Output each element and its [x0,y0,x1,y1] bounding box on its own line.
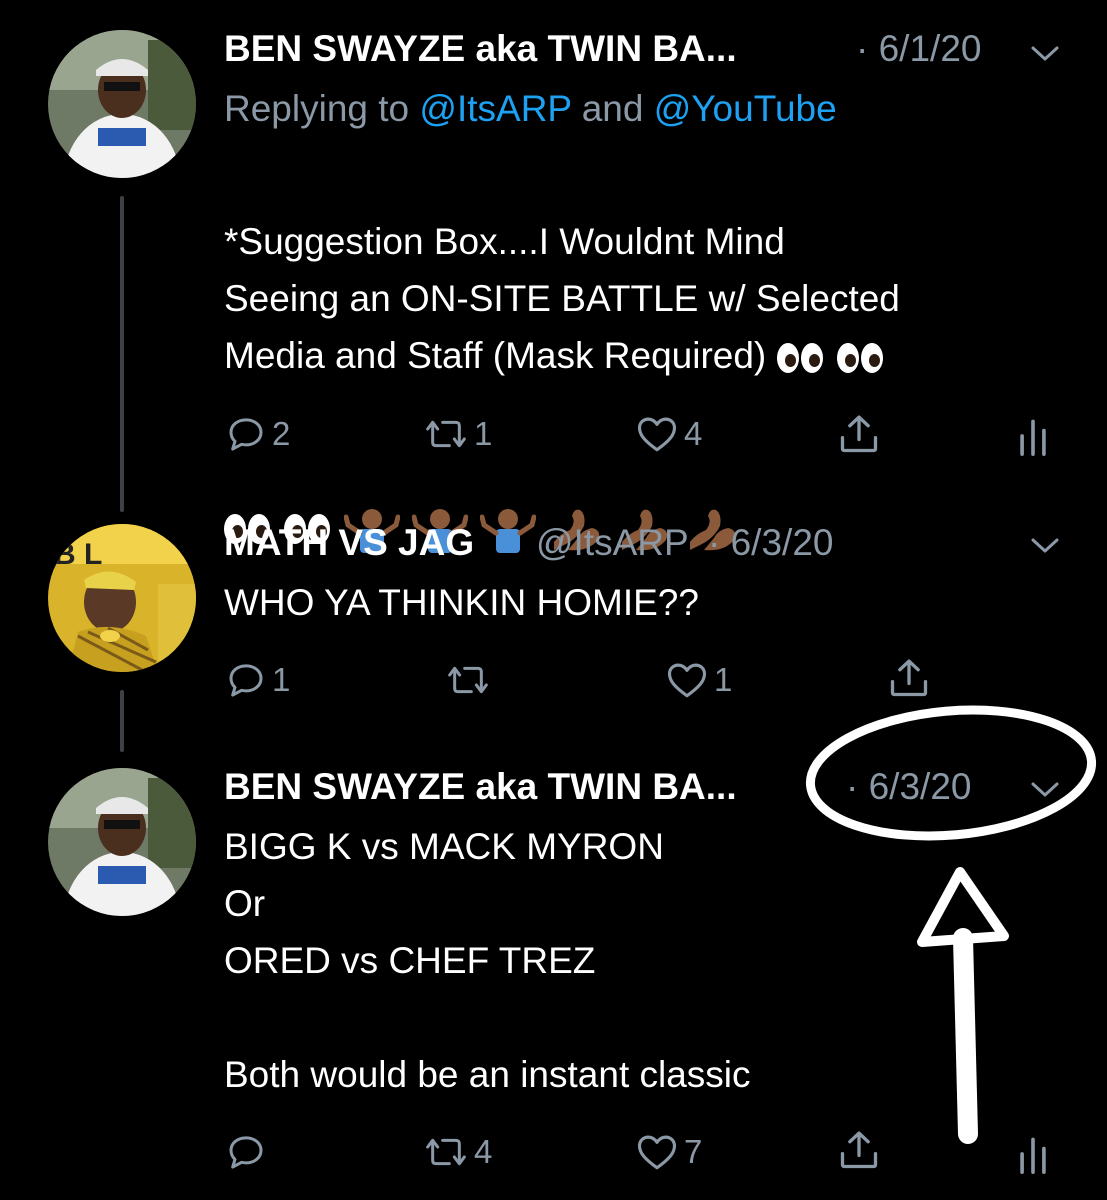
avatar[interactable]: B L [48,524,196,672]
analytics-icon [1020,1137,1046,1174]
share-icon [890,659,928,697]
retweet-count: 4 [474,1133,493,1170]
like-button[interactable]: 1 [666,660,732,700]
username[interactable]: @ItsARP [536,522,689,564]
avatar[interactable] [48,30,196,178]
retweet-icon [448,666,488,694]
retweet-button[interactable]: 1 [424,414,492,454]
reply-icon [229,1136,263,1169]
analytics-button[interactable] [1018,416,1048,456]
replying-to: Replying to @ItsARP and @YouTube [224,88,837,130]
eyes-emoji [836,343,883,374]
like-count: 1 [714,661,733,698]
share-button[interactable] [836,412,882,456]
replying-to-label: Replying to [224,88,420,129]
retweet-icon [426,1138,466,1166]
tweet-text: WHO YA THINKIN HOMIE?? [224,582,699,623]
eyes-emoji [776,343,823,374]
mention-link[interactable]: @YouTube [654,88,837,129]
like-button[interactable]: 7 [636,1132,702,1172]
avatar[interactable] [48,768,196,916]
reply-icon [229,418,263,451]
reply-button[interactable]: 2 [226,414,290,454]
tweet-date[interactable]: · 6/3/20 [708,522,833,564]
reply-button[interactable] [226,1132,272,1172]
analytics-button[interactable] [1018,1134,1048,1174]
eyes-emoji-group [776,343,893,374]
tweet-text: BIGG K vs MACK MYRON Or ORED vs CHEF TRE… [224,826,751,1095]
like-button[interactable]: 4 [636,414,702,454]
reply-button[interactable]: 1 [226,660,290,700]
reply-count: 1 [272,661,291,698]
tweet-text: *Suggestion Box....I Wouldnt Mind Seeing… [224,156,1084,555]
retweet-button[interactable]: 4 [424,1132,492,1172]
thread-connector-line [120,690,124,752]
share-button[interactable] [836,1128,882,1172]
reply-count: 2 [272,415,291,452]
display-name[interactable]: BEN SWAYZE aka TWIN BA... [224,766,737,808]
heart-icon [667,663,707,698]
chevron-down-icon[interactable] [1030,780,1060,805]
like-count: 4 [684,415,703,452]
share-icon [840,415,878,453]
chevron-down-icon[interactable] [1030,536,1060,561]
replying-to-and: and [571,88,654,129]
chevron-down-icon[interactable] [1030,44,1060,69]
svg-text:B L: B L [54,538,102,571]
heart-icon [637,417,677,452]
display-name[interactable]: MATH VS JAG [224,522,474,564]
like-count: 7 [684,1133,703,1170]
heart-icon [637,1135,677,1170]
retweet-button[interactable] [446,660,496,700]
retweet-count: 1 [474,415,493,452]
reply-icon [229,664,263,697]
tweet-date[interactable]: · 6/1/20 [856,28,981,70]
display-name[interactable]: BEN SWAYZE aka TWIN BA... [224,28,737,70]
annotation-arrow [953,928,978,1144]
share-icon [840,1131,878,1169]
shrug-emoji [480,509,536,554]
tweet-date[interactable]: · 6/3/20 [846,766,971,808]
retweet-icon [426,420,466,448]
analytics-icon [1020,419,1046,456]
mention-link[interactable]: @ItsARP [419,88,571,129]
annotation-arrowhead [917,867,1009,947]
thread-connector-line [120,196,124,512]
share-button[interactable] [886,656,932,700]
